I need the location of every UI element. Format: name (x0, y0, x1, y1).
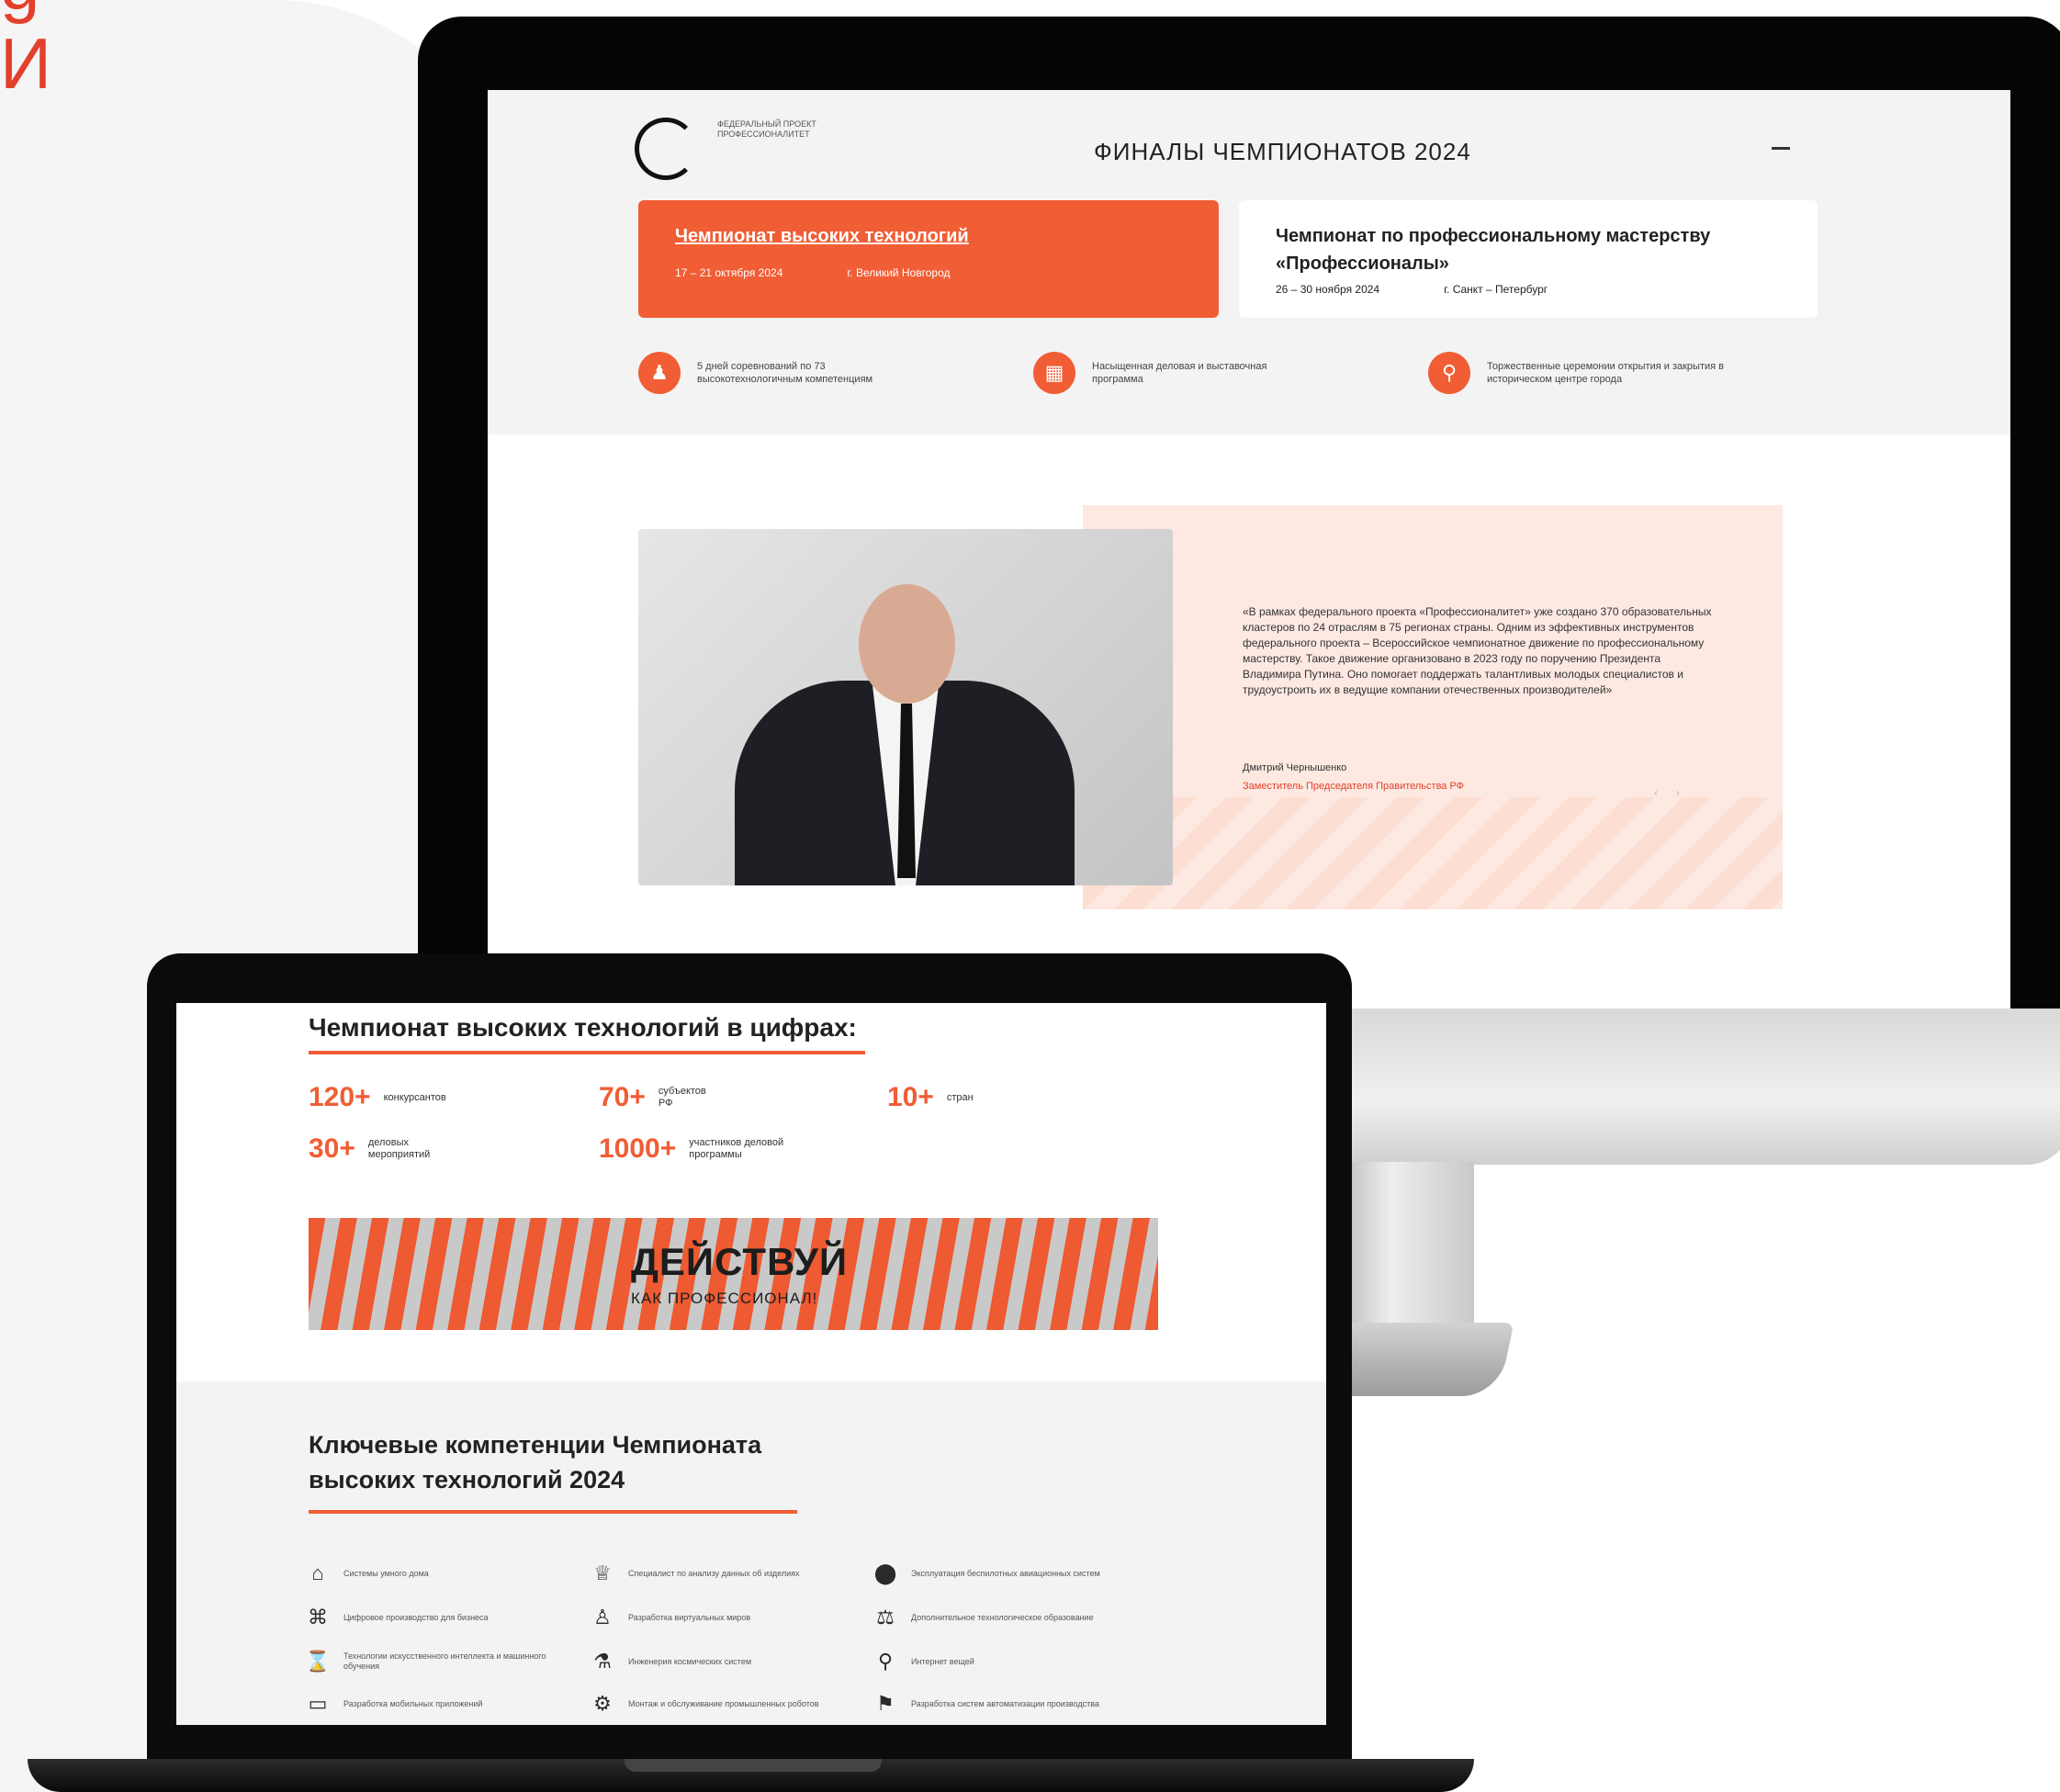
crown-icon: ♕ (593, 1561, 612, 1584)
speaker-photo (638, 529, 1173, 885)
title-underline (309, 1051, 865, 1054)
quote-role: Заместитель Председателя Правительства Р… (1243, 781, 1465, 792)
iot-icon: ⚲ (877, 1650, 894, 1673)
tab-professionals-championship[interactable]: Чемпионат по профессиональному мастерств… (1239, 200, 1818, 318)
competency-item[interactable]: ⚙ Монтаж и обслуживание промышленных робо… (590, 1692, 839, 1716)
stat-item: 70+ субъектов РФ (599, 1082, 706, 1112)
space-icon: ⚗ (593, 1650, 612, 1673)
stats-title: Чемпионат высоких технологий в цифрах: (309, 1013, 857, 1042)
monitor-screen: ФЕДЕРАЛЬНЫЙ ПРОЕКТ ПРОФЕССИОНАЛИТЕТ ФИНА… (488, 90, 2010, 1009)
competency-item[interactable]: ⌛ Технологии искусственного интеллекта и … (305, 1650, 555, 1674)
card-title: Чемпионат высоких технологий (675, 226, 969, 246)
logo-text: ФЕДЕРАЛЬНЫЙ ПРОЕКТ ПРОФЕССИОНАЛИТЕТ (717, 119, 816, 139)
corner-heading-fragment: g И (0, 0, 52, 104)
house-icon: ⌂ (311, 1561, 324, 1584)
title-underline (309, 1510, 797, 1514)
quote-text: «В рамках федерального проекта «Професси… (1243, 605, 1712, 696)
stat-item: 120+ конкурсантов (309, 1082, 446, 1112)
vr-icon: ♙ (593, 1606, 612, 1629)
competency-item[interactable]: ▭ Разработка мобильных приложений (305, 1692, 555, 1716)
calendar-icon: ▦ (1033, 352, 1075, 394)
person-icon: ♟ (638, 352, 681, 394)
page-title: ФИНАЛЫ ЧЕМПИОНАТОВ 2024 (1094, 138, 1471, 165)
automation-icon: ⚑ (876, 1692, 895, 1715)
quote-decoration (1083, 797, 1783, 909)
competency-item[interactable]: ⚗ Инженерия космических систем (590, 1650, 839, 1674)
banner-subheading: КАК ПРОФЕССИОНАЛ! (631, 1290, 818, 1307)
competency-item[interactable]: ⚲ Интернет вещей (872, 1650, 1122, 1674)
competency-item[interactable]: ⌘ Цифровое производство для бизнеса (305, 1606, 555, 1629)
competencies-title: Ключевые компетенции Чемпионата высоких … (309, 1431, 762, 1493)
location-icon: ⚲ (1428, 352, 1470, 394)
tab-high-tech-championship[interactable]: Чемпионат высоких технологий 17 – 21 окт… (638, 200, 1219, 318)
competency-item[interactable]: ⬤ Эксплуатация беспилотных авиационных си… (872, 1561, 1122, 1585)
robot-icon: ⚙ (593, 1692, 612, 1715)
competency-item[interactable]: ⚑ Разработка систем автоматизации произво… (872, 1692, 1122, 1716)
competency-item[interactable]: ⚖ Дополнительное технологическое образова… (872, 1606, 1122, 1629)
feature-item: ⚲ Торжественные церемонии открытия и зак… (1428, 352, 1772, 394)
banner-heading: ДЕЙСТВУЙ (631, 1240, 849, 1283)
carousel-nav: ‹ › (1654, 786, 1680, 799)
card-title: Чемпионат по профессиональному мастерств… (1276, 226, 1711, 274)
chevron-left-icon[interactable]: ‹ (1654, 786, 1658, 799)
stat-item: 10+ стран (887, 1082, 974, 1112)
chevron-right-icon[interactable]: › (1676, 786, 1680, 799)
feature-item: ♟ 5 дней соревнований по 73 высокотехнол… (638, 352, 908, 394)
menu-icon[interactable] (1772, 147, 1790, 150)
drone-icon: ⬤ (873, 1561, 897, 1584)
card-date: 26 – 30 ноября 2024 (1276, 283, 1380, 296)
card-place: г. Великий Новгород (847, 266, 951, 279)
competency-item[interactable]: ♕ Специалист по анализу данных об изделия… (590, 1561, 839, 1585)
feature-item: ▦ Насыщенная деловая и выставочная прогр… (1033, 352, 1303, 394)
quote-author: Дмитрий Чернышенко (1243, 762, 1347, 773)
logo-icon[interactable] (635, 118, 697, 180)
stat-item: 30+ деловых мероприятий (309, 1133, 431, 1164)
factory-icon: ⌘ (308, 1606, 328, 1629)
competency-item[interactable]: ⌂ Системы умного дома (305, 1561, 555, 1585)
hourglass-icon: ⌛ (305, 1650, 331, 1673)
education-icon: ⚖ (876, 1606, 895, 1629)
laptop-notch (625, 1759, 882, 1772)
stat-item: 1000+ участников деловой программы (599, 1133, 784, 1164)
card-place: г. Санкт – Петербург (1444, 283, 1548, 296)
card-date: 17 – 21 октября 2024 (675, 266, 783, 279)
laptop-screen: Чемпионат высоких технологий в цифрах: 1… (176, 1003, 1326, 1725)
competency-item[interactable]: ♙ Разработка виртуальных миров (590, 1606, 839, 1629)
mobile-icon: ▭ (308, 1692, 328, 1715)
